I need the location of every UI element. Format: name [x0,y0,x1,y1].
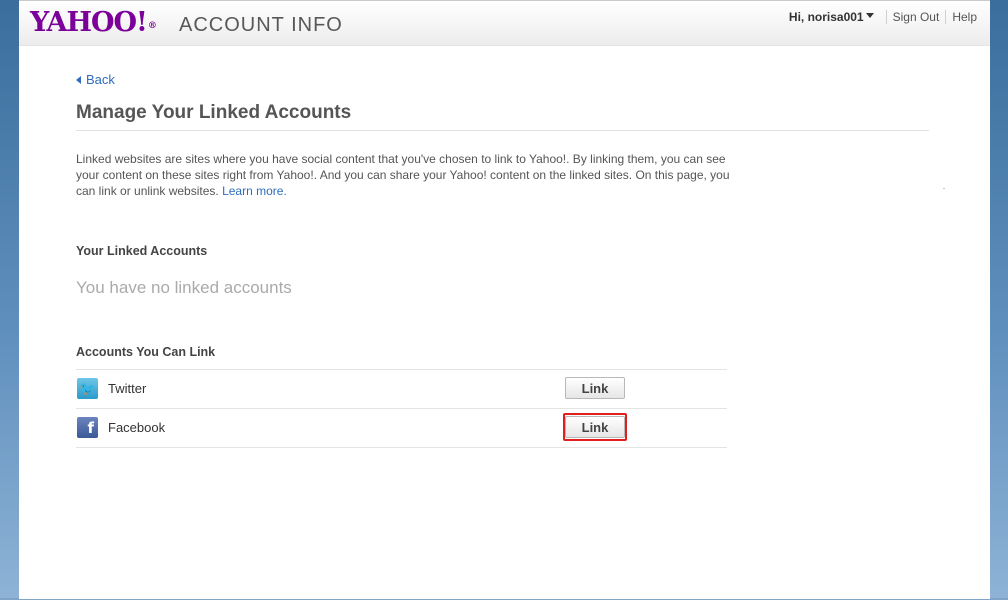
window-frame-left [0,0,19,600]
account-row-twitter: 🐦 Twitter Link [76,369,727,408]
link-twitter-button[interactable]: Link [565,377,625,399]
help-link[interactable]: Help [952,10,977,24]
nav-divider [885,10,887,24]
description-text: Linked websites are sites where you have… [76,152,730,198]
facebook-icon: f [77,417,98,438]
twitter-icon: 🐦 [77,378,98,399]
account-name: Twitter [108,381,147,396]
sign-out-link[interactable]: Sign Out [893,10,940,24]
nav-divider [945,10,947,24]
available-accounts-heading: Accounts You Can Link [76,345,216,359]
account-row-facebook: f Facebook Link [76,408,727,448]
decorative-dot [943,188,945,189]
linked-accounts-heading: Your Linked Accounts [76,244,208,258]
page: YAHOO!® ACCOUNT INFO Hi, norisa001 Sign … [19,0,990,599]
account-name: Facebook [108,420,166,435]
learn-more-link[interactable]: Learn more. [222,184,287,198]
user-greeting-menu[interactable]: Hi, norisa001 [789,10,864,24]
title-divider [76,130,929,131]
highlight-box [563,413,627,441]
header-bar: YAHOO!® ACCOUNT INFO Hi, norisa001 Sign … [19,1,990,46]
product-title: ACCOUNT INFO [179,14,343,36]
chevron-left-icon [76,75,81,84]
user-nav: Hi, norisa001 Sign Out Help [789,10,977,24]
back-link[interactable]: Back [76,72,115,87]
page-description: Linked websites are sites where you have… [76,151,736,199]
page-title: Manage Your Linked Accounts [76,102,352,123]
registered-mark: ® [147,21,157,31]
back-link-label: Back [86,72,115,87]
no-linked-accounts-message: You have no linked accounts [76,278,292,297]
window-frame-right [990,0,1008,600]
chevron-down-icon[interactable] [865,12,874,18]
yahoo-logo[interactable]: YAHOO!® [30,7,157,38]
